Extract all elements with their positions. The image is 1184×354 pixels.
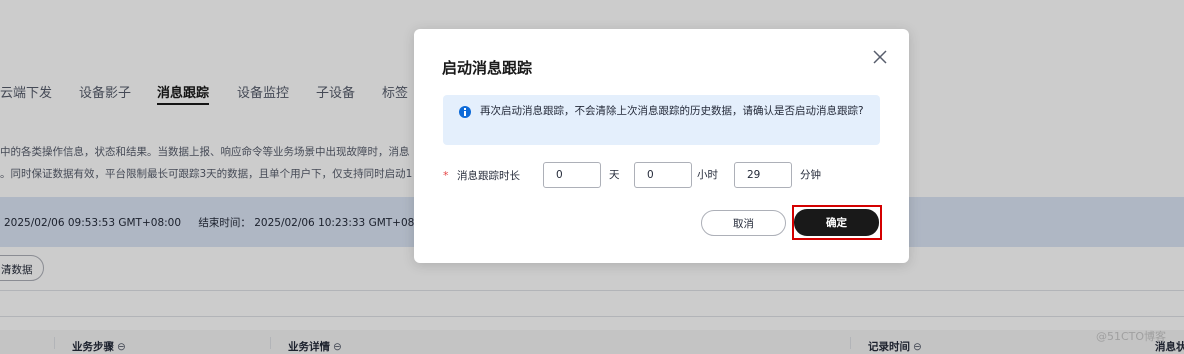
hours-unit: 小时 [697,169,718,181]
required-mark: * [443,169,449,182]
info-alert: 再次启动消息跟踪，不会清除上次消息跟踪的历史数据，请确认是否启动消息跟踪? [443,95,880,145]
close-icon[interactable] [869,46,891,68]
days-input[interactable] [543,162,601,188]
start-message-tracking-dialog: 启动消息跟踪 再次启动消息跟踪，不会清除上次消息跟踪的历史数据，请确认是否启动消… [414,29,909,263]
minutes-input[interactable] [734,162,792,188]
dialog-title: 启动消息跟踪 [442,59,533,77]
info-alert-text: 再次启动消息跟踪，不会清除上次消息跟踪的历史数据，请确认是否启动消息跟踪? [480,105,864,117]
info-icon [459,106,471,118]
hours-input[interactable] [634,162,692,188]
tracking-duration-row: * 消息跟踪时长 天 小时 分钟 [443,162,883,188]
confirm-button[interactable]: 确定 [794,209,879,236]
tracking-duration-label: 消息跟踪时长 [457,170,520,182]
minutes-unit: 分钟 [800,169,821,181]
cancel-button[interactable]: 取消 [701,210,786,236]
days-unit: 天 [609,169,620,181]
